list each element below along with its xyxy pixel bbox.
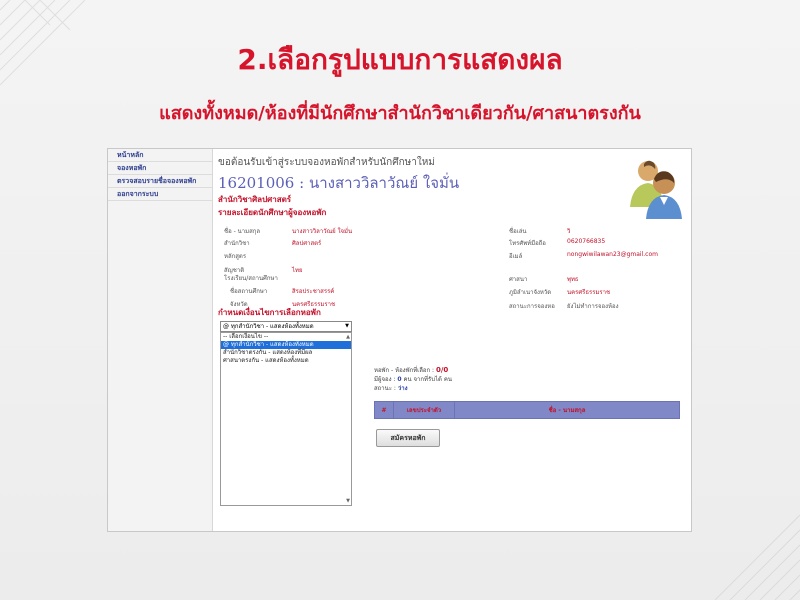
student-heading: 16201006 : นางสาววิลาวัณย์ ใจมั่น (218, 174, 460, 192)
scroll-up-icon[interactable]: ▲ (346, 334, 350, 340)
dropdown-arrow-icon: ▼ (345, 323, 349, 329)
option-same-religion[interactable]: ศาสนาตรงกัน - แสดงห้องทั้งหมด (221, 357, 351, 365)
label-home-province: ภูมิลำเนาจังหวัด (509, 289, 552, 296)
status-value: ว่าง (397, 385, 408, 392)
occupant-unit: คน (443, 376, 452, 383)
status-label: สถานะ : (374, 385, 396, 392)
sidebar: หน้าหลัก จองหอพัก ตรวจสอบรายชื่อจองหอพัก… (108, 149, 213, 531)
value-email: nongwiwilawan23@gmail.com (567, 251, 658, 258)
label-religion: ศาสนา (509, 276, 528, 283)
room-value: 0/0 (435, 366, 449, 374)
value-nationality: ไทย (292, 267, 303, 274)
label-full-name: ชื่อ - นามสกุล (224, 228, 261, 235)
room-label: หอพัก - ห้องพักที่เลือก : (374, 367, 435, 374)
label-school: โรงเรียน/สถานศึกษา (224, 275, 278, 282)
value-booking-status: ยังไม่ทำการจองห้อง (567, 303, 619, 310)
apply-dorm-button[interactable]: สมัครหอพัก (376, 429, 440, 447)
label-booking-status: สถานะการจองหอ (509, 303, 555, 310)
label-mobile: โทรศัพท์มือถือ (509, 240, 546, 247)
value-home-province: นครศรีธรรมราช (567, 289, 611, 296)
option-same-faculty[interactable]: สำนักวิชาตรงกัน - แสดงห้องที่มีผล (221, 349, 351, 357)
sidebar-item-logout[interactable]: ออกจากระบบ (108, 188, 212, 201)
screenshot-window: หน้าหลัก จองหอพัก ตรวจสอบรายชื่อจองหอพัก… (107, 148, 692, 532)
table-header-name: ชื่อ - นามสกุล (454, 401, 680, 419)
sidebar-item-book-dorm[interactable]: จองหอพัก (108, 162, 212, 175)
scroll-down-icon[interactable]: ▼ (346, 498, 350, 504)
value-religion: พุทธ (567, 276, 579, 283)
label-nickname: ชื่อเล่น (509, 228, 527, 235)
value-school-name: สิรอประชาสรรค์ (292, 288, 335, 295)
occupant-table: # เลขประจำตัว ชื่อ - นามสกุล (374, 401, 680, 419)
value-faculty: ศิลปศาสตร์ (292, 240, 322, 247)
sidebar-item-check-booking[interactable]: ตรวจสอบรายชื่อจองหอพัก (108, 175, 212, 188)
value-mobile: 0620766835 (567, 238, 606, 245)
condition-select[interactable]: @ ทุกสำนักวิชา - แสดงห้องทั้งหมด ▼ (220, 321, 352, 332)
option-all-faculties[interactable]: @ ทุกสำนักวิชา - แสดงห้องทั้งหมด (221, 341, 351, 349)
sidebar-item-home[interactable]: หน้าหลัก (108, 149, 212, 162)
occupant-count: 0 (397, 376, 402, 383)
table-header-index: # (374, 401, 394, 419)
slide-subtitle: แสดงทั้งหมด/ห้องที่มีนักศึกษาสำนักวิชาเด… (159, 103, 641, 124)
slide-title: 2.เลือกรูปแบบการแสดงผล (237, 43, 563, 76)
condition-select-value: @ ทุกสำนักวิชา - แสดงห้องทั้งหมด (223, 323, 314, 330)
occupant-prefix: มีผู้จอง : (374, 376, 396, 383)
option-placeholder[interactable]: -- เลือกเงื่อนไข -- (221, 333, 351, 341)
detail-heading: รายละเอียดนักศึกษาผู้จองหอพัก (218, 208, 327, 217)
faculty-heading: สำนักวิชาศิลปศาสตร์ (218, 195, 292, 204)
value-nickname: วิ (567, 228, 571, 235)
value-full-name: นางสาววิลาวัณย์ ใจมั่น (292, 228, 353, 235)
room-info: หอพัก - ห้องพักที่เลือก : 0/0 มีผู้จอง :… (374, 366, 452, 393)
booking-condition-heading: กำหนดเงื่อนไขการเลือกหอพัก (218, 308, 321, 317)
main-panel: ขอต้อนรับเข้าสู่ระบบจองหอพักสำหรับนักศึก… (214, 149, 691, 531)
label-curriculum: หลักสูตร (224, 253, 247, 260)
users-avatar-icon (630, 160, 682, 219)
label-email: อีเมล์ (509, 253, 523, 260)
condition-option-list[interactable]: -- เลือกเงื่อนไข -- @ ทุกสำนักวิชา - แสด… (220, 332, 352, 506)
occupant-suffix: คน จากที่รับได้ (403, 376, 442, 383)
label-faculty: สำนักวิชา (224, 240, 250, 247)
welcome-text: ขอต้อนรับเข้าสู่ระบบจองหอพักสำหรับนักศึก… (218, 157, 435, 168)
label-school-name: ชื่อสถานศึกษา (230, 288, 268, 295)
table-header-student-id: เลขประจำตัว (393, 401, 455, 419)
